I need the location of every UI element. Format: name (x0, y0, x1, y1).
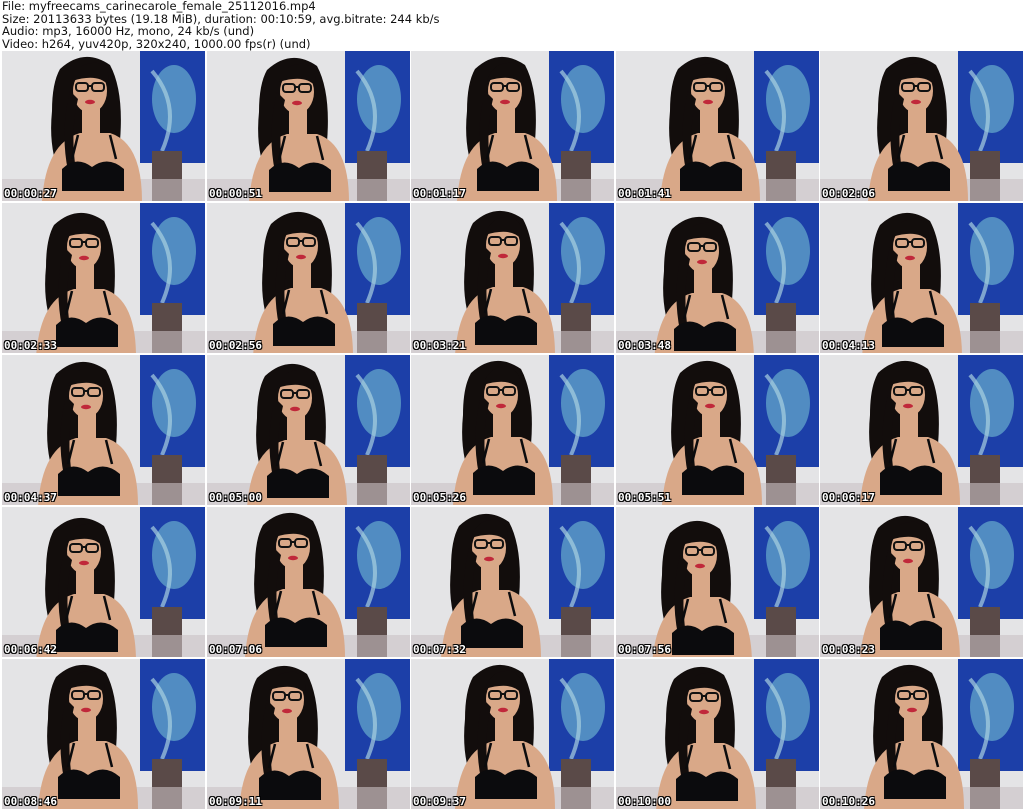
video-frame-image (616, 659, 819, 809)
file-name-line: File: myfreecams_carinecarole_female_251… (2, 0, 316, 13)
video-frame-image (2, 659, 205, 809)
frame-timestamp: 00:00:27 (4, 187, 57, 200)
video-frame-thumbnail: 00:09:37 (411, 659, 614, 809)
video-frame-image (2, 355, 205, 505)
frame-timestamp: 00:10:00 (618, 795, 671, 808)
video-frame-image (2, 507, 205, 657)
frame-timestamp: 00:05:26 (413, 491, 466, 504)
frame-timestamp: 00:07:32 (413, 643, 466, 656)
video-frame-thumbnail: 00:07:06 (207, 507, 410, 657)
video-frame-image (207, 507, 410, 657)
video-frame-thumbnail: 00:10:00 (616, 659, 819, 809)
video-frame-thumbnail: 00:06:42 (2, 507, 205, 657)
frame-timestamp: 00:07:06 (209, 643, 262, 656)
video-frame-image (820, 659, 1023, 809)
audio-info-line: Audio: mp3, 16000 Hz, mono, 24 kb/s (und… (2, 24, 255, 38)
frame-timestamp: 00:06:17 (822, 491, 875, 504)
frame-timestamp: 00:08:23 (822, 643, 875, 656)
video-frame-thumbnail: 00:04:13 (820, 203, 1023, 353)
video-frame-thumbnail: 00:03:48 (616, 203, 819, 353)
frame-timestamp: 00:02:56 (209, 339, 262, 352)
video-frame-thumbnail: 00:03:21 (411, 203, 614, 353)
frame-timestamp: 00:02:33 (4, 339, 57, 352)
video-info-line: Video: h264, yuv420p, 320x240, 1000.00 f… (2, 36, 311, 51)
frame-timestamp: 00:08:46 (4, 795, 57, 808)
video-frame-thumbnail: 00:05:00 (207, 355, 410, 505)
video-frame-image (820, 355, 1023, 505)
video-frame-thumbnail: 00:02:56 (207, 203, 410, 353)
frame-timestamp: 00:06:42 (4, 643, 57, 656)
video-frame-image (207, 51, 410, 201)
frame-timestamp: 00:02:06 (822, 187, 875, 200)
frame-timestamp: 00:01:41 (618, 187, 671, 200)
video-frame-image (207, 659, 410, 809)
video-frame-thumbnail: 00:10:26 (820, 659, 1023, 809)
frame-timestamp: 00:10:26 (822, 795, 875, 808)
frame-timestamp: 00:04:13 (822, 339, 875, 352)
video-frame-thumbnail: 00:02:33 (2, 203, 205, 353)
video-frame-image (820, 507, 1023, 657)
video-frame-thumbnail: 00:08:23 (820, 507, 1023, 657)
video-frame-thumbnail: 00:01:17 (411, 51, 614, 201)
frame-timestamp: 00:07:56 (618, 643, 671, 656)
video-frame-thumbnail: 00:05:51 (616, 355, 819, 505)
thumbnail-grid: 00:00:27 00:00:51 00:01:17 00:01:41 00:02:06… (2, 51, 1023, 811)
video-frame-thumbnail: 00:01:41 (616, 51, 819, 201)
video-frame-thumbnail: 00:00:51 (207, 51, 410, 201)
video-frame-thumbnail: 00:09:11 (207, 659, 410, 809)
video-frame-image (616, 355, 819, 505)
frame-timestamp: 00:05:00 (209, 491, 262, 504)
frame-timestamp: 00:09:11 (209, 795, 262, 808)
video-frame-image (2, 203, 205, 353)
frame-timestamp: 00:01:17 (413, 187, 466, 200)
video-frame-thumbnail: 00:07:56 (616, 507, 819, 657)
video-frame-thumbnail: 00:04:37 (2, 355, 205, 505)
video-frame-image (616, 507, 819, 657)
video-frame-image (411, 659, 614, 809)
video-frame-thumbnail: 00:06:17 (820, 355, 1023, 505)
video-frame-image (820, 203, 1023, 353)
video-frame-image (207, 355, 410, 505)
frame-timestamp: 00:05:51 (618, 491, 671, 504)
frame-timestamp: 00:09:37 (413, 795, 466, 808)
frame-timestamp: 00:03:48 (618, 339, 671, 352)
video-frame-image (616, 51, 819, 201)
video-frame-image (820, 51, 1023, 201)
frame-timestamp: 00:04:37 (4, 491, 57, 504)
video-frame-thumbnail: 00:08:46 (2, 659, 205, 809)
video-frame-image (616, 203, 819, 353)
video-frame-image (207, 203, 410, 353)
file-info-header: File: myfreecams_carinecarole_female_251… (2, 0, 1022, 50)
video-frame-image (411, 51, 614, 201)
video-frame-image (411, 355, 614, 505)
frame-timestamp: 00:03:21 (413, 339, 466, 352)
video-frame-image (411, 507, 614, 657)
video-frame-thumbnail: 00:07:32 (411, 507, 614, 657)
video-frame-image (2, 51, 205, 201)
video-frame-thumbnail: 00:00:27 (2, 51, 205, 201)
video-frame-image (411, 203, 614, 353)
frame-timestamp: 00:00:51 (209, 187, 262, 200)
video-frame-thumbnail: 00:02:06 (820, 51, 1023, 201)
video-frame-thumbnail: 00:05:26 (411, 355, 614, 505)
